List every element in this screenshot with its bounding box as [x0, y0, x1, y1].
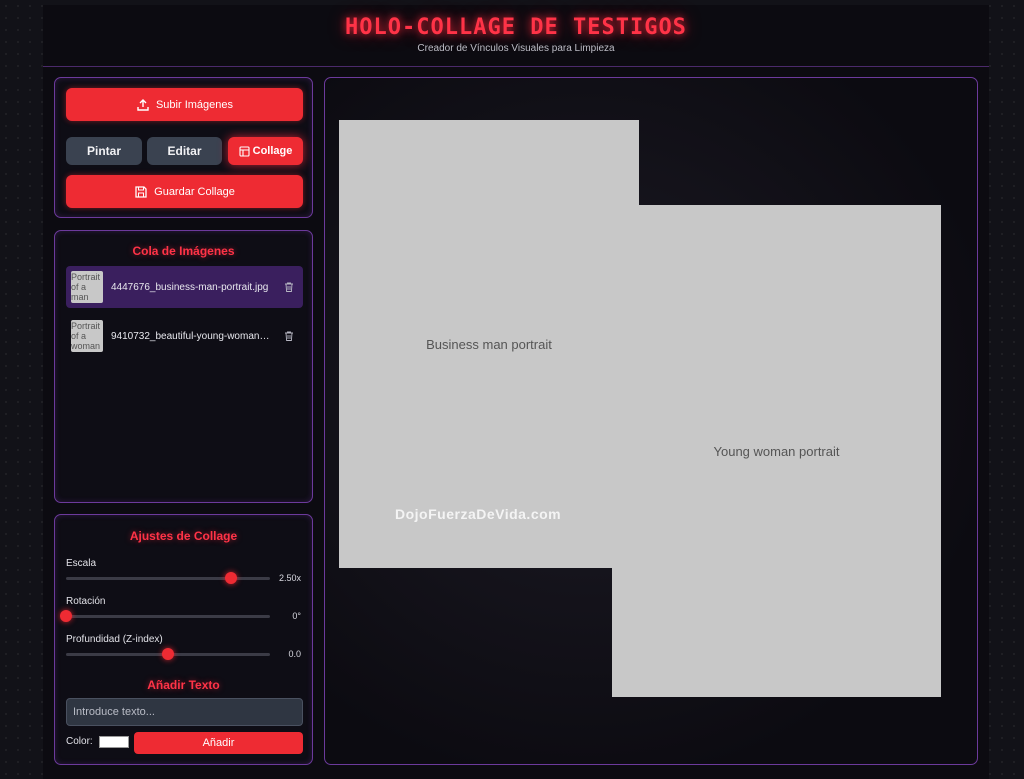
watermark-text: DojoFuerzaDeVida.com — [395, 506, 562, 522]
collage-settings-title: Ajustes de Collage — [129, 529, 238, 543]
queue-thumbnail: Portrait of a woman — [71, 320, 103, 352]
depth-value: 0.0 — [288, 649, 301, 659]
collage-settings-panel: Ajustes de Collage Escala 2.50x Rotación… — [54, 514, 313, 765]
depth-label: Profundidad (Z-index) — [66, 634, 163, 645]
queue-thumbnail: Portrait of a man — [71, 271, 103, 303]
rotation-slider-thumb[interactable] — [60, 610, 72, 622]
rotation-value: 0° — [292, 611, 301, 621]
rotation-label: Rotación — [66, 596, 106, 607]
scale-slider[interactable] — [66, 572, 270, 584]
mode-edit-button[interactable]: Editar — [147, 137, 222, 165]
queue-item[interactable]: Portrait of a man 4447676_business-man-p… — [66, 266, 303, 308]
actions-panel: Subir Imágenes Pintar Editar Collage Gua… — [54, 77, 313, 218]
app-subtitle: Creador de Vínculos Visuales para Limpie… — [417, 43, 615, 54]
app-window: HOLO-COLLAGE DE TESTIGOS Creador de Vínc… — [43, 5, 989, 779]
save-icon — [135, 185, 147, 198]
image-queue-title: Cola de Imágenes — [132, 244, 235, 258]
image-queue-panel: Cola de Imágenes Portrait of a man 44476… — [54, 230, 313, 503]
upload-images-button[interactable]: Subir Imágenes — [66, 88, 303, 121]
mode-collage-button[interactable]: Collage — [228, 137, 303, 165]
color-label: Color: — [66, 736, 93, 747]
add-text-button-label: Añadir — [202, 737, 235, 749]
mode-paint-button[interactable]: Pintar — [66, 137, 142, 165]
scale-slider-thumb[interactable] — [225, 572, 238, 584]
add-text-title: Añadir Texto — [147, 678, 220, 692]
add-text-input[interactable] — [66, 698, 303, 726]
image-placeholder: Young woman portrait — [612, 205, 941, 697]
image-placeholder: Business man portrait — [339, 120, 639, 568]
app-title: HOLO-COLLAGE DE TESTIGOS — [345, 15, 687, 40]
scale-label: Escala — [66, 558, 97, 569]
depth-slider[interactable] — [66, 648, 270, 660]
trash-icon[interactable] — [283, 330, 295, 342]
rotation-slider[interactable] — [60, 610, 270, 622]
save-collage-button[interactable]: Guardar Collage — [66, 175, 303, 208]
add-text-button[interactable]: Añadir — [134, 732, 303, 754]
mode-edit-label: Editar — [167, 144, 202, 158]
mode-paint-label: Pintar — [86, 144, 121, 158]
queue-item-name: 4447676_business-man-portrait.jpg — [111, 281, 269, 293]
upload-images-label: Subir Imágenes — [155, 98, 234, 111]
queue-item[interactable]: Portrait of a woman 9410732_beautiful-yo… — [66, 315, 303, 357]
upload-icon — [137, 98, 149, 111]
app-header: HOLO-COLLAGE DE TESTIGOS Creador de Vínc… — [43, 5, 989, 67]
image-placeholder: Portrait of a woman — [71, 320, 103, 352]
save-collage-label: Guardar Collage — [154, 185, 235, 198]
scale-value: 2.50x — [278, 573, 301, 583]
collage-canvas[interactable]: Business man portrait DojoFuerzaDeVida.c… — [324, 77, 978, 765]
collage-image-man[interactable]: Business man portrait — [339, 120, 639, 568]
image-placeholder: Portrait of a man — [71, 271, 103, 303]
collage-icon — [239, 145, 250, 157]
collage-image-woman[interactable]: Young woman portrait — [612, 205, 941, 697]
depth-slider-thumb[interactable] — [162, 648, 174, 660]
trash-icon[interactable] — [283, 281, 295, 293]
queue-item-name: 9410732_beautiful-young-woman.jpg — [111, 330, 271, 342]
text-color-picker[interactable] — [99, 736, 129, 748]
mode-collage-label: Collage — [252, 145, 293, 157]
